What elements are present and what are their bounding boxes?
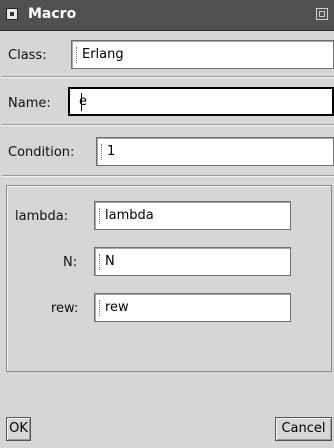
text-cursor-icon <box>81 93 83 111</box>
ok-button[interactable]: OK <box>6 417 31 441</box>
param-value-rew: rew <box>105 300 129 315</box>
class-value: Erlang <box>82 47 124 62</box>
class-field[interactable]: Erlang <box>71 40 334 69</box>
macro-dialog: Macro Class: Erlang Name: e Condition: 1… <box>0 0 334 448</box>
condition-label: Condition: <box>8 145 75 160</box>
param-field-lambda[interactable]: lambda <box>94 201 291 230</box>
name-row: Name: e <box>2 81 334 121</box>
name-field[interactable]: e <box>68 87 334 116</box>
separator <box>2 76 334 78</box>
param-value-lambda: lambda <box>105 208 154 223</box>
condition-row: Condition: 1 <box>2 130 334 170</box>
window-title: Macro <box>28 6 77 22</box>
separator <box>2 124 334 126</box>
class-label: Class: <box>8 48 47 63</box>
text-cursor-icon <box>99 208 101 224</box>
text-cursor-icon <box>99 300 101 316</box>
param-value-n: N <box>105 254 115 269</box>
dialog-body: Class: Erlang Name: e Condition: 1 lambd… <box>2 31 334 448</box>
param-label-rew: rew: <box>51 301 79 316</box>
class-row: Class: Erlang <box>2 34 334 74</box>
cancel-button[interactable]: Cancel <box>275 417 332 441</box>
separator <box>2 175 334 177</box>
maximize-icon[interactable] <box>316 8 328 20</box>
condition-field[interactable]: 1 <box>96 137 334 166</box>
param-field-n[interactable]: N <box>94 247 291 276</box>
name-label: Name: <box>8 96 51 111</box>
text-cursor-icon <box>99 254 101 270</box>
param-label-lambda: lambda: <box>15 209 69 224</box>
title-bar[interactable]: Macro <box>0 0 334 31</box>
param-label-n: N: <box>63 255 78 270</box>
window-menu-icon[interactable] <box>6 8 18 20</box>
condition-value: 1 <box>107 144 116 159</box>
param-field-rew[interactable]: rew <box>94 293 291 322</box>
text-cursor-icon <box>76 47 78 63</box>
text-cursor-icon <box>101 144 103 160</box>
parameters-group: lambda: lambda N: N rew: rew <box>6 185 332 372</box>
